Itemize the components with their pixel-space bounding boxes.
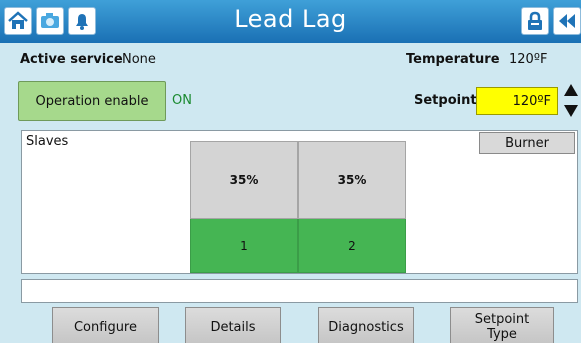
setpoint-down-icon[interactable]	[562, 103, 580, 119]
setpoint-up-icon[interactable]	[562, 82, 580, 98]
slave-2[interactable]: 35% 2	[298, 141, 406, 273]
page-title: Lead Lag	[234, 5, 347, 33]
slaves-label: Slaves	[26, 134, 69, 149]
slave-1-percent: 35%	[190, 141, 298, 219]
setpoint-field[interactable]: 120ºF	[476, 87, 558, 115]
slave-1-number: 1	[190, 219, 298, 273]
setpoint-label: Setpoint	[414, 93, 477, 108]
setpoint-type-line2: Type	[487, 327, 517, 342]
active-service-label: Active service	[20, 52, 123, 67]
diagnostics-button[interactable]: Diagnostics	[318, 307, 414, 343]
lock-icon[interactable]	[521, 7, 549, 35]
operation-state: ON	[172, 93, 192, 108]
operation-enable-button[interactable]: Operation enable	[18, 81, 166, 121]
setpoint-type-line1: Setpoint	[474, 312, 530, 327]
back-icon[interactable]	[553, 7, 581, 35]
temperature-value: 120ºF	[509, 52, 548, 67]
title-bar: Lead Lag	[0, 0, 581, 43]
slave-2-percent: 35%	[298, 141, 406, 219]
burner-button[interactable]: Burner	[479, 132, 575, 154]
status-message-bar	[21, 279, 578, 303]
temperature-label: Temperature	[406, 52, 500, 67]
slave-2-number: 2	[298, 219, 406, 273]
active-service-value: None	[122, 52, 156, 67]
configure-button[interactable]: Configure	[52, 307, 159, 343]
details-button[interactable]: Details	[185, 307, 281, 343]
setpoint-type-button[interactable]: Setpoint Type	[450, 307, 554, 343]
slave-1[interactable]: 35% 1	[190, 141, 298, 273]
